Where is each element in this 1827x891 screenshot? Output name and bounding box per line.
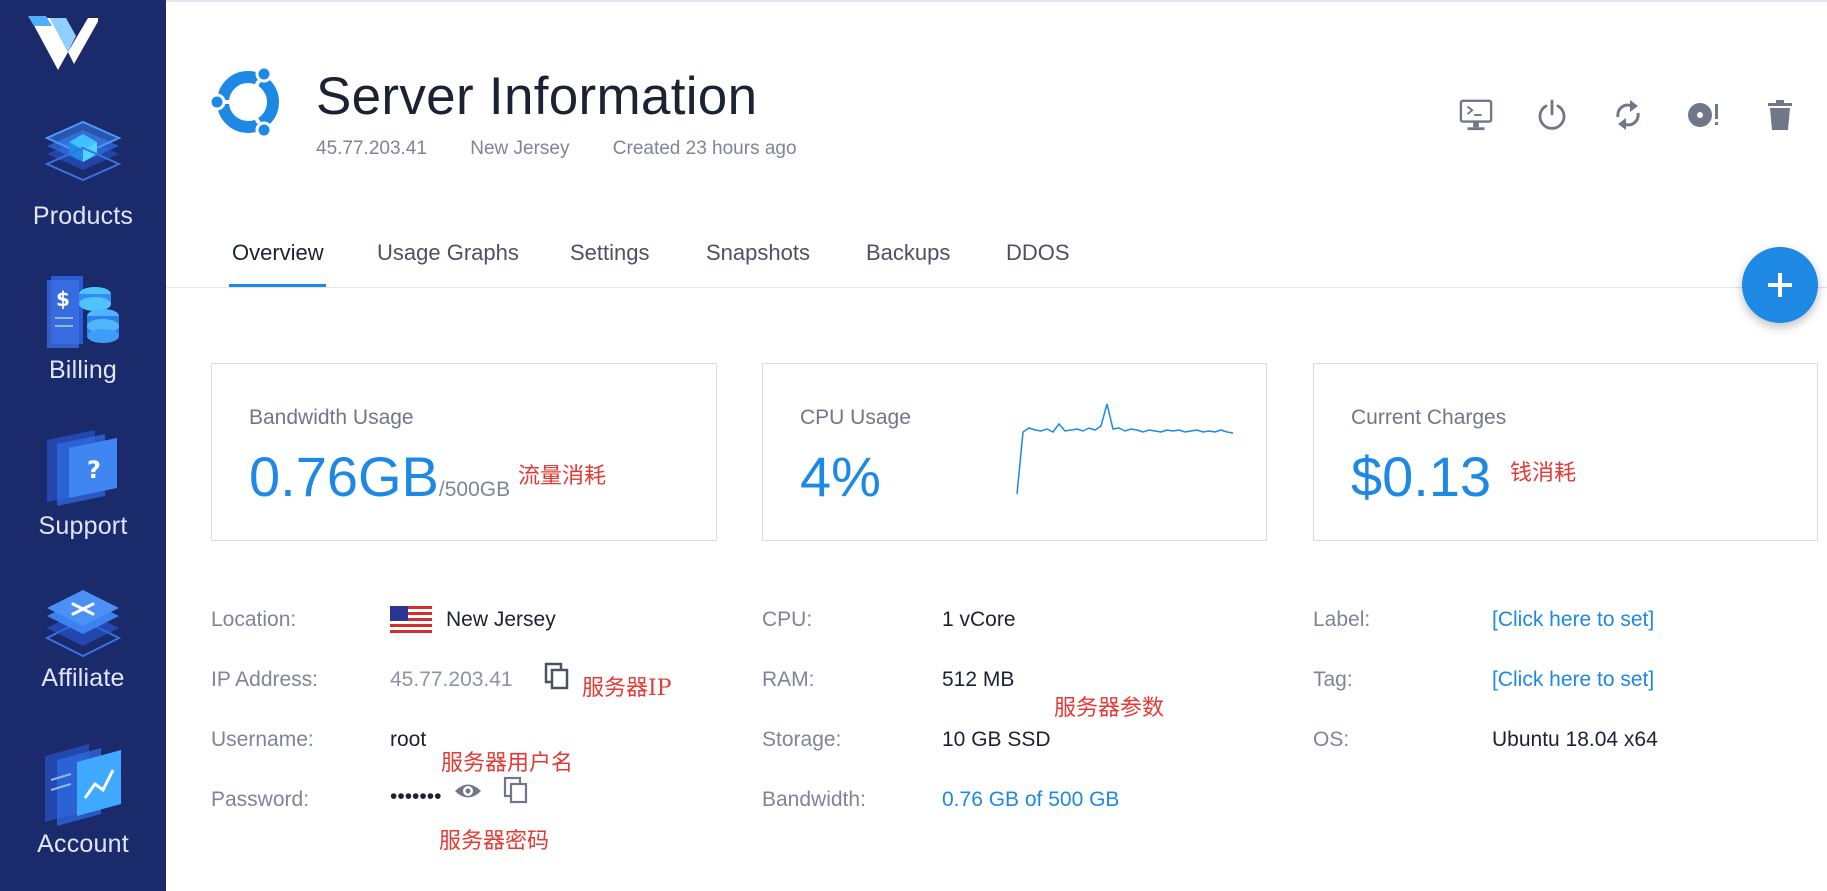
trash-icon: [1768, 100, 1792, 130]
copy-password-icon[interactable]: [503, 776, 529, 804]
active-tab-indicator: [229, 284, 326, 287]
tab-bar: Overview Usage Graphs Settings Snapshots…: [166, 238, 1827, 288]
password-label: Password:: [211, 788, 310, 811]
vultr-logo-icon[interactable]: [28, 14, 98, 76]
reinstall-icon: [1688, 103, 1718, 127]
support-icon: ?: [47, 430, 117, 506]
cpu-label: CPU:: [762, 608, 813, 631]
account-icon: [45, 744, 121, 826]
sidebar-item-label: Affiliate: [41, 664, 125, 692]
bandwidth-amount: 0.76GB: [249, 445, 439, 508]
storage-label: Storage:: [762, 728, 842, 751]
sidebar-item-support[interactable]: ? Support: [0, 426, 166, 541]
console-button[interactable]: [1459, 98, 1493, 132]
cpu-sparkline-line: [1016, 403, 1234, 495]
password-value: •••••••: [390, 785, 442, 808]
username-label: Username:: [211, 728, 314, 751]
console-icon: [1459, 99, 1493, 131]
tab-ddos[interactable]: DDOS: [1006, 240, 1070, 284]
charges-note: 钱消耗: [1510, 461, 1577, 486]
ubuntu-icon: [208, 65, 279, 139]
sidebar: Products $ Billing ? Support Affiliate A…: [0, 0, 166, 891]
plus-icon: [1768, 273, 1792, 297]
page-title: Server Information: [316, 67, 758, 126]
bandwidth-note: 流量消耗: [518, 464, 607, 489]
charges-value: $0.13: [1351, 445, 1492, 508]
top-border: [166, 0, 1827, 2]
cpu-spec-value: 1 vCore: [942, 608, 1016, 631]
sidebar-item-label: Account: [37, 830, 129, 858]
add-button[interactable]: [1742, 247, 1818, 323]
restart-icon: [1616, 100, 1640, 130]
set-tag-link[interactable]: [Click here to set]: [1492, 668, 1654, 692]
restart-button[interactable]: [1611, 98, 1645, 132]
tag-label: Tag:: [1313, 668, 1353, 691]
sidebar-item-label: Products: [32, 202, 134, 230]
location-value: New Jersey: [446, 608, 556, 631]
card-title: CPU Usage: [800, 406, 911, 429]
tab-settings[interactable]: Settings: [570, 240, 650, 284]
power-button[interactable]: [1535, 98, 1569, 132]
products-icon: [44, 120, 122, 182]
svg-text:?: ?: [87, 456, 101, 484]
ram-label: RAM:: [762, 668, 815, 691]
ip-value: 45.77.203.41: [390, 668, 513, 691]
username-note: 服务器用户名: [441, 751, 574, 776]
server-actions: [1459, 98, 1797, 132]
label-label: Label:: [1313, 608, 1371, 631]
tab-backups[interactable]: Backups: [866, 240, 950, 284]
cpu-sparkline: [1016, 403, 1234, 495]
bandwidth-unit: /500GB: [438, 478, 511, 501]
bandwidth-value: 0.76GB/500GB: [249, 444, 510, 509]
server-ip: 45.77.203.41: [316, 138, 427, 159]
params-note: 服务器参数: [1054, 696, 1165, 721]
card-title: Bandwidth Usage: [249, 406, 414, 429]
card-title: Current Charges: [1351, 406, 1507, 429]
reinstall-button[interactable]: [1687, 98, 1721, 132]
cpu-card: CPU Usage 4%: [762, 363, 1267, 541]
tab-usage-graphs[interactable]: Usage Graphs: [377, 240, 519, 284]
sidebar-item-label: Billing: [48, 356, 118, 384]
ip-note: 服务器IP: [582, 676, 672, 701]
bandwidth-label: Bandwidth:: [762, 788, 866, 811]
ram-value: 512 MB: [942, 668, 1015, 691]
show-password-icon[interactable]: [453, 780, 483, 802]
sidebar-item-billing[interactable]: $ Billing: [0, 272, 166, 385]
app-root: Products $ Billing ? Support Affiliate A…: [0, 0, 1827, 891]
bandwidth-link[interactable]: 0.76 GB of 500 GB: [942, 788, 1119, 812]
billing-icon: $: [47, 276, 119, 348]
us-flag-icon: [390, 606, 432, 633]
sidebar-item-products[interactable]: Products: [0, 114, 166, 231]
ip-label: IP Address:: [211, 668, 319, 691]
sidebar-item-account[interactable]: Account: [0, 740, 166, 859]
sidebar-item-affiliate[interactable]: Affiliate: [0, 586, 166, 693]
affiliate-icon: [44, 590, 122, 658]
server-subtitle: 45.77.203.41 New Jersey Created 23 hours…: [316, 138, 835, 160]
tab-overview[interactable]: Overview: [232, 240, 324, 284]
bandwidth-card: Bandwidth Usage 0.76GB/500GB 流量消耗: [211, 363, 717, 541]
cpu-value: 4%: [800, 445, 881, 508]
password-note: 服务器密码: [439, 829, 550, 854]
os-label: OS:: [1313, 728, 1350, 751]
username-value: root: [390, 728, 427, 751]
svg-text:$: $: [56, 287, 70, 311]
copy-ip-icon[interactable]: [544, 662, 570, 690]
tab-snapshots[interactable]: Snapshots: [706, 240, 810, 284]
power-icon: [1538, 99, 1566, 130]
location-label: Location:: [211, 608, 297, 631]
set-label-link[interactable]: [Click here to set]: [1492, 608, 1654, 632]
server-location: New Jersey: [470, 138, 570, 159]
charges-card: Current Charges $0.13 钱消耗: [1313, 363, 1818, 541]
destroy-button[interactable]: [1763, 98, 1797, 132]
storage-value: 10 GB SSD: [942, 728, 1051, 751]
sidebar-item-label: Support: [38, 512, 128, 540]
server-created: Created 23 hours ago: [612, 138, 797, 159]
os-value: Ubuntu 18.04 x64: [1492, 728, 1658, 751]
